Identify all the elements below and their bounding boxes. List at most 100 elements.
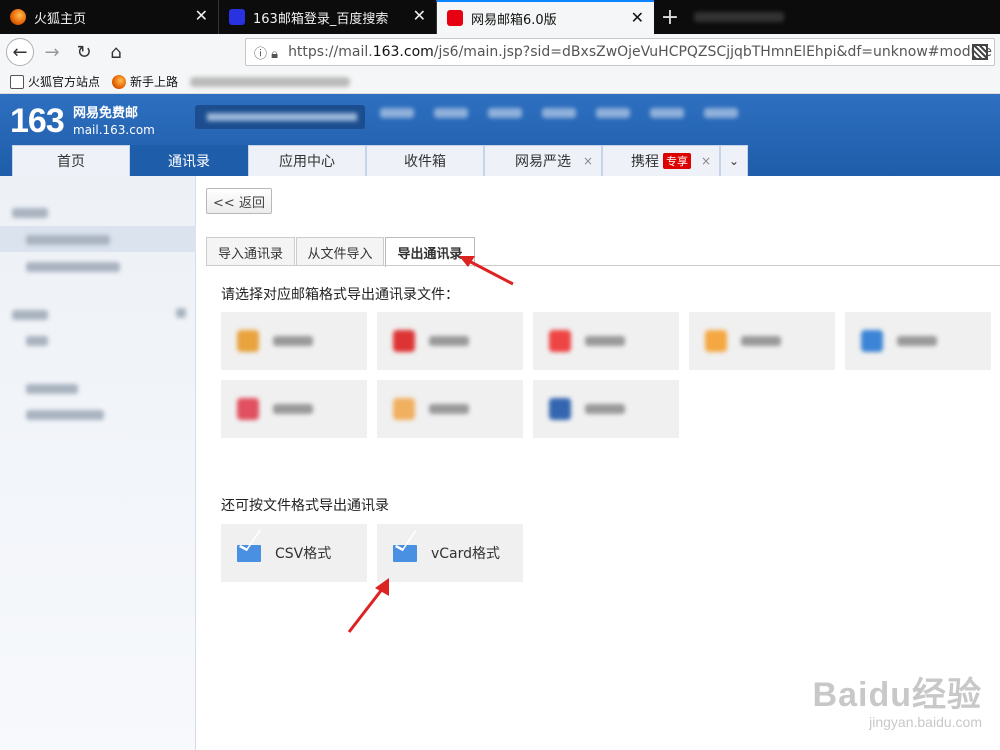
browser-nav-bar: ← → ↻ ⌂ ⓘ 🔒︎ https://mail. 163.com/js6/ma… — [0, 34, 1000, 70]
mailbox-format-card[interactable] — [533, 312, 679, 370]
mailbox-format-card[interactable] — [221, 380, 367, 438]
browser-tab-label: 163邮箱登录_百度搜索 — [253, 11, 389, 27]
tab-label: 携程 — [631, 154, 659, 170]
envelope-icon — [393, 544, 417, 562]
tabs-more-button[interactable]: ⌄ — [720, 145, 748, 176]
blurred-area — [190, 76, 351, 87]
tab-contacts[interactable]: 通讯录 — [130, 145, 248, 176]
sidebar-item[interactable] — [26, 410, 104, 420]
account-selector[interactable] — [195, 105, 365, 129]
aliyun-icon — [393, 398, 415, 420]
browser-tab-label: 火狐主页 — [34, 11, 87, 27]
browser-tab-netease-mail[interactable]: 网易邮箱6.0版 ✕ — [436, 0, 654, 34]
mailbox-format-prompt: 请选择对应邮箱格式导出通讯录文件： — [221, 287, 459, 303]
file-format-prompt: 还可按文件格式导出通讯录 — [221, 498, 389, 514]
url-domain: 163.com — [372, 44, 434, 60]
baidu-jingyan-watermark: Baidu经验 jingyan.baidu.com — [813, 667, 982, 730]
back-button[interactable]: << 返回 — [206, 188, 272, 214]
mailbox-format-card[interactable] — [221, 312, 367, 370]
tab-inbox[interactable]: 收件箱 — [366, 145, 484, 176]
close-icon[interactable]: ✕ — [195, 8, 208, 24]
mailbox-format-card[interactable] — [689, 312, 835, 370]
csv-format-label: CSV格式 — [275, 546, 332, 562]
tab-label: 首页 — [57, 154, 85, 170]
mail-header: 163 网易免费邮 mail.163.com 首页 通讯录 应用中心 收件箱 网… — [0, 94, 1000, 176]
mailbox-format-card[interactable] — [377, 312, 523, 370]
sidebar-item[interactable] — [26, 336, 48, 346]
envelope-icon — [237, 544, 261, 562]
tab-ctrip[interactable]: 携程 专享 × — [602, 145, 720, 176]
home-icon[interactable]: ⌂ — [102, 38, 130, 66]
foxmail-icon — [237, 398, 259, 420]
bookmark-getting-started[interactable]: 新手上路 — [112, 73, 178, 90]
watermark-url: jingyan.baidu.com — [869, 714, 982, 730]
close-icon[interactable]: × — [583, 154, 593, 168]
url-prefix: https://mail. — [288, 44, 373, 60]
export-vcard-button[interactable]: vCard格式 — [377, 524, 523, 582]
forward-arrow-icon[interactable]: → — [38, 38, 66, 66]
sina-icon — [393, 330, 415, 352]
tab-yanxuan[interactable]: 网易严选 × — [484, 145, 602, 176]
browser-tab-baidu-search[interactable]: 163邮箱登录_百度搜索 ✕ — [218, 0, 436, 34]
mail-tabs: 首页 通讯录 应用中心 收件箱 网易严选 × 携程 专享 × ⌄ — [12, 145, 748, 176]
bookmark-label: 新手上路 — [130, 75, 179, 89]
bookmark-firefox-official[interactable]: 火狐官方站点 — [10, 73, 100, 90]
url-path: /js6/main.jsp?sid=dBxsZwOjeVuHCPQZSCjjqb… — [433, 44, 992, 60]
gmail-icon — [549, 330, 571, 352]
browser-tab-firefox-home[interactable]: 火狐主页 ✕ — [0, 0, 218, 34]
tab-home[interactable]: 首页 — [12, 145, 130, 176]
tab-import-from-file[interactable]: 从文件导入 — [296, 237, 384, 266]
watermark-brand: Baidu经验 — [812, 676, 982, 714]
tab-label: 网易严选 — [515, 154, 571, 170]
tab-label: 收件箱 — [404, 154, 446, 170]
contacts-sidebar — [0, 176, 196, 750]
browser-tab-bar: 火狐主页 ✕ 163邮箱登录_百度搜索 ✕ 网易邮箱6.0版 ✕ + — [0, 0, 1000, 34]
tab-app-center[interactable]: 应用中心 — [248, 145, 366, 176]
vcard-format-label: vCard格式 — [431, 546, 501, 562]
mailbox-format-card[interactable] — [845, 312, 991, 370]
qq-icon — [237, 330, 259, 352]
main-content: << 返回 导入通讯录 从文件导入 导出通讯录 请选择对应邮箱格式导出通讯录文件… — [197, 176, 1000, 750]
browser-tab-label: 网易邮箱6.0版 — [471, 12, 557, 28]
annotation-arrow-icon — [347, 578, 389, 633]
back-arrow-icon[interactable]: ← — [6, 38, 34, 66]
top-nav-links[interactable] — [380, 108, 758, 118]
close-icon[interactable]: ✕ — [413, 8, 426, 24]
sidebar-item[interactable] — [12, 310, 48, 320]
tab-import-contacts[interactable]: 导入通讯录 — [206, 237, 295, 266]
firefox-icon — [10, 9, 26, 25]
contacts-subtabs: 导入通讯录 从文件导入 导出通讯录 — [206, 237, 476, 267]
logo-163[interactable]: 163 — [10, 102, 65, 141]
tab-label: 通讯录 — [168, 154, 210, 170]
sidebar-item[interactable] — [26, 235, 110, 245]
logo-title: 网易免费邮 — [73, 106, 139, 121]
netease-icon — [447, 10, 463, 26]
qr-code-icon[interactable] — [972, 44, 988, 60]
exclusive-badge: 专享 — [663, 153, 691, 169]
site-info-icon[interactable]: ⓘ 🔒︎ — [254, 43, 278, 62]
mailbox-format-card[interactable] — [533, 380, 679, 438]
folder-icon — [10, 74, 24, 89]
divider — [206, 265, 1000, 266]
sidebar-item[interactable] — [12, 208, 48, 218]
bookmark-label: 火狐官方站点 — [28, 75, 101, 89]
logo-domain: mail.163.com — [73, 123, 155, 137]
mailbox-format-card[interactable] — [377, 380, 523, 438]
firefox-icon — [112, 74, 127, 89]
baidu-paw-icon — [229, 9, 245, 25]
add-group-icon[interactable] — [176, 308, 186, 318]
tab-label: 应用中心 — [279, 154, 335, 170]
url-bar[interactable]: ⓘ 🔒︎ https://mail. 163.com/js6/main.jsp?s… — [245, 38, 995, 66]
blurred-area — [694, 12, 784, 22]
mail-icon — [549, 398, 571, 420]
reload-icon[interactable]: ↻ — [70, 38, 98, 66]
bookmarks-bar: 火狐官方站点 新手上路 — [0, 70, 1000, 94]
annotation-arrow-icon — [459, 256, 514, 286]
close-icon[interactable]: ✕ — [631, 10, 644, 26]
outlook-icon — [705, 330, 727, 352]
close-icon[interactable]: × — [701, 154, 711, 168]
mail-icon — [861, 330, 883, 352]
sidebar-item[interactable] — [26, 384, 78, 394]
sidebar-item[interactable] — [26, 262, 120, 272]
new-tab-button[interactable]: + — [654, 0, 686, 34]
